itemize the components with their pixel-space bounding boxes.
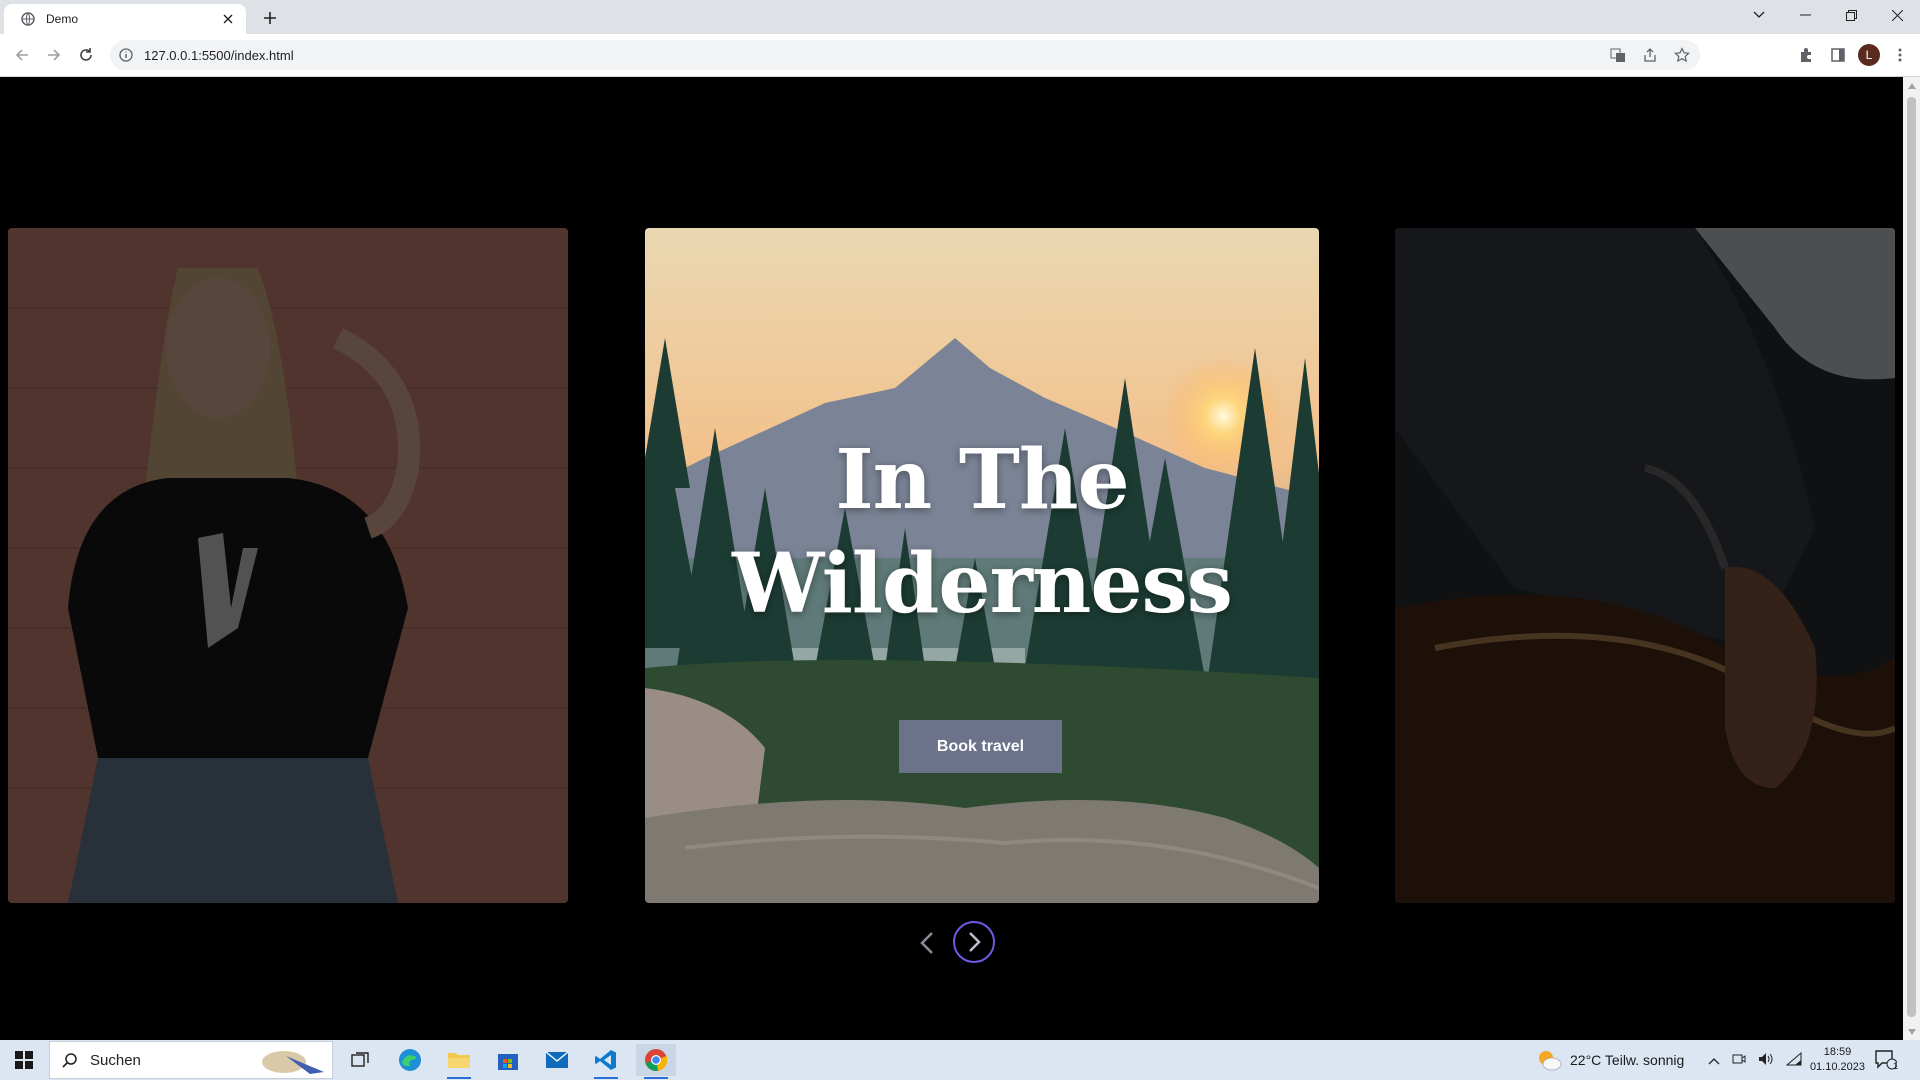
edge-browser-icon[interactable] [390, 1044, 430, 1076]
tab-title: Demo [46, 12, 79, 26]
fashion-woman-image [8, 228, 568, 903]
site-info-icon[interactable] [118, 47, 134, 63]
extensions-icon[interactable] [1794, 43, 1818, 67]
close-tab-icon[interactable] [218, 9, 238, 29]
clock-date: 01.10.2023 [1809, 1061, 1865, 1073]
side-panel-icon[interactable] [1826, 43, 1850, 67]
browser-tab-strip: Demo [0, 0, 1920, 34]
microsoft-store-icon[interactable] [488, 1044, 528, 1076]
close-window-button[interactable] [1874, 0, 1920, 30]
profile-avatar[interactable]: L [1858, 44, 1880, 66]
restore-button[interactable] [1828, 0, 1874, 30]
url-text: 127.0.0.1:5500/index.html [144, 47, 294, 63]
translate-icon[interactable] [1606, 43, 1630, 67]
carousel-slide-active: In The Wilderness Book travel [645, 228, 1319, 903]
browser-tab[interactable]: Demo [4, 4, 246, 34]
scrollbar-thumb[interactable] [1907, 97, 1916, 1017]
weather-text: 22°C Teilw. sonnig [1570, 1052, 1685, 1068]
weather-widget[interactable]: 22°C Teilw. sonnig [1536, 1040, 1684, 1080]
book-travel-button[interactable]: Book travel [899, 720, 1062, 773]
browser-toolbar: 127.0.0.1:5500/index.html L [0, 34, 1920, 77]
search-placeholder: Suchen [90, 1051, 141, 1069]
chrome-icon[interactable] [636, 1044, 676, 1079]
reload-button[interactable] [74, 43, 98, 67]
scroll-down-arrow-icon[interactable] [1907, 1027, 1916, 1036]
page-scrollbar[interactable] [1903, 77, 1920, 1040]
search-highlight-illustration-icon [256, 1046, 326, 1076]
partly-sunny-icon [1539, 1051, 1562, 1071]
system-tray [1708, 1040, 1802, 1080]
address-bar[interactable]: 127.0.0.1:5500/index.html [110, 40, 1700, 70]
scroll-up-arrow-icon[interactable] [1907, 81, 1916, 90]
taskbar-clock[interactable]: 18:59 01.10.2023 [1810, 1045, 1865, 1075]
globe-icon [20, 11, 36, 27]
back-button[interactable] [10, 43, 34, 67]
menu-kebab-icon[interactable] [1888, 43, 1912, 67]
vscode-icon[interactable] [586, 1044, 626, 1079]
chevron-left-icon [920, 932, 933, 954]
carousel-next-button[interactable] [953, 921, 995, 963]
windows-start-icon[interactable] [4, 1044, 44, 1076]
hero-title: In The Wilderness [645, 428, 1319, 636]
forward-button[interactable] [42, 43, 66, 67]
network-icon[interactable] [1785, 1051, 1802, 1069]
share-icon[interactable] [1638, 43, 1662, 67]
minimize-button[interactable] [1782, 0, 1828, 30]
clock-time: 18:59 [1823, 1046, 1852, 1058]
taskbar-search-box[interactable]: Suchen [49, 1041, 333, 1079]
notification-count: 1 [1892, 1061, 1898, 1071]
file-explorer-icon[interactable] [439, 1044, 479, 1079]
carousel-prev-button[interactable] [912, 925, 942, 961]
tab-search-icon[interactable] [1736, 0, 1782, 30]
meet-now-icon[interactable] [1732, 1052, 1746, 1069]
windows-taskbar: Suchen 22°C Teilw. sonnig 18:59 01.10.20… [0, 1040, 1920, 1080]
hero-title-line-1: In The [835, 432, 1129, 528]
guitar-player-image [1395, 228, 1895, 903]
chevron-right-icon [969, 932, 981, 952]
carousel-slide-previous[interactable] [8, 228, 568, 903]
search-icon [62, 1052, 78, 1068]
chevron-up-icon[interactable] [1708, 1052, 1720, 1068]
page-viewport: In The Wilderness Book travel [0, 77, 1903, 1040]
mail-icon[interactable] [537, 1044, 577, 1076]
new-tab-button[interactable] [258, 6, 282, 30]
notification-center-icon[interactable]: 1 [1866, 1044, 1906, 1076]
hero-title-line-2: Wilderness [732, 536, 1233, 632]
volume-icon[interactable] [1758, 1052, 1774, 1069]
carousel-slide-next[interactable] [1395, 228, 1895, 903]
task-view-icon[interactable] [340, 1044, 380, 1076]
bookmark-star-icon[interactable] [1670, 43, 1694, 67]
